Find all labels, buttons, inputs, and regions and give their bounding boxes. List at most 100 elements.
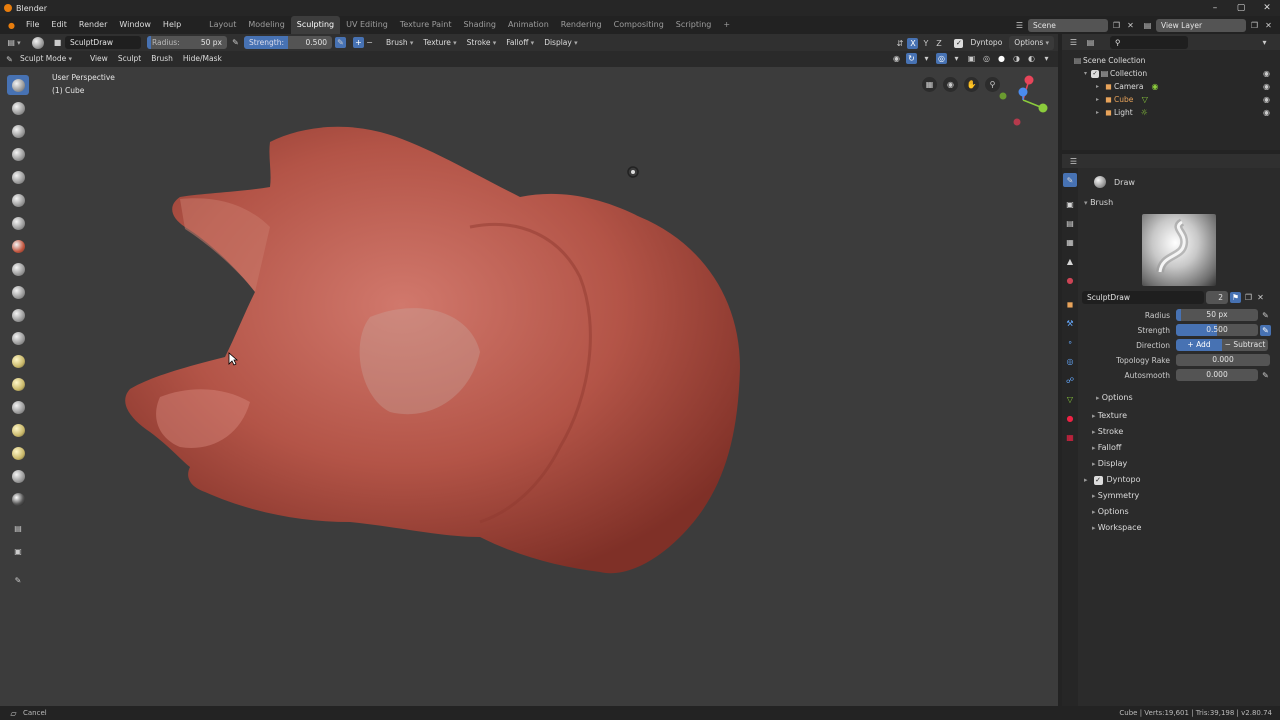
toggle-camera-icon[interactable]: ◉: [943, 77, 958, 92]
menu-help[interactable]: Help: [157, 16, 187, 34]
modifier-properties-icon[interactable]: ⚒: [1063, 316, 1077, 330]
scene-properties-icon[interactable]: ▲: [1063, 254, 1077, 268]
outliner-row-camera[interactable]: ▸ ◼ Camera ◉ ◉: [1072, 80, 1280, 93]
topology-rake-field[interactable]: 0.000: [1176, 354, 1270, 366]
world-properties-icon[interactable]: ●: [1063, 273, 1077, 287]
tool-flatten[interactable]: [7, 259, 29, 279]
tab-layout[interactable]: Layout: [203, 16, 242, 34]
tab-texture-paint[interactable]: Texture Paint: [394, 16, 458, 34]
direction-add-button[interactable]: +: [353, 37, 364, 48]
outliner-row-collection[interactable]: ▾ ✓ ▤ Collection ◉: [1072, 67, 1280, 80]
texture-properties-icon[interactable]: ▦: [1063, 430, 1077, 444]
delete-scene-icon[interactable]: ✕: [1125, 20, 1136, 31]
shading-material-icon[interactable]: ◑: [1011, 53, 1022, 64]
autosmooth-field[interactable]: 0.000: [1176, 369, 1258, 381]
collection-checkbox[interactable]: ✓: [1091, 69, 1099, 78]
tool-blob[interactable]: [7, 190, 29, 210]
tool-pinch[interactable]: [7, 328, 29, 348]
symmetry-y-toggle[interactable]: Y: [920, 38, 931, 49]
data-properties-icon[interactable]: ▽: [1063, 392, 1077, 406]
display-mode-icon[interactable]: ▤: [1085, 37, 1096, 48]
strength-pressure-icon[interactable]: ✎: [1260, 324, 1271, 336]
view-layer-properties-icon[interactable]: ▦: [1063, 235, 1077, 249]
expand-arrow-icon[interactable]: ▸: [1092, 81, 1103, 92]
tool-nudge[interactable]: [7, 420, 29, 440]
dyntopo-checkbox[interactable]: ✓: [954, 38, 964, 48]
gizmo-neg-y[interactable]: [999, 92, 1007, 100]
menu-edit[interactable]: Edit: [45, 16, 73, 34]
overlays-toggle-icon[interactable]: ◎: [936, 53, 947, 64]
menu-hide-mask[interactable]: Hide/Mask: [178, 52, 227, 66]
object-properties-icon[interactable]: ◼: [1063, 297, 1077, 311]
gizmo-toggle-icon[interactable]: ↻: [906, 53, 917, 64]
radius-pressure-icon[interactable]: ✎: [230, 37, 241, 48]
fake-user-icon[interactable]: ⚑: [1230, 291, 1241, 303]
xray-toggle-icon[interactable]: ▣: [966, 53, 977, 64]
scene-icon[interactable]: ☰: [1014, 20, 1025, 31]
symmetry-x-toggle[interactable]: X: [907, 37, 919, 49]
tool-annotate[interactable]: ✎: [7, 570, 29, 590]
tab-compositing[interactable]: Compositing: [608, 16, 670, 34]
gizmo-x-axis[interactable]: [1024, 75, 1034, 85]
strength-slider[interactable]: Strength: 0.500: [244, 36, 332, 49]
pan-hand-icon[interactable]: ✋: [964, 77, 979, 92]
brush-panel-header[interactable]: ▾ Brush: [1082, 196, 1278, 210]
outliner-row-scene-collection[interactable]: ▤ Scene Collection: [1072, 54, 1280, 67]
radius-prop-field[interactable]: 50 px: [1176, 309, 1258, 321]
tool-fill[interactable]: [7, 282, 29, 302]
visibility-icon[interactable]: ◉: [891, 53, 902, 64]
panel-symmetry[interactable]: Symmetry: [1082, 488, 1278, 504]
outliner-search-input[interactable]: ⚲: [1110, 35, 1188, 49]
menu-window[interactable]: Window: [113, 16, 157, 34]
outliner-row-light[interactable]: ▸ ◼ Light ☼ ◉: [1072, 106, 1280, 119]
tool-box-hide[interactable]: ▤: [7, 518, 29, 538]
gizmo-z-axis[interactable]: [1018, 87, 1028, 97]
outliner-editor-icon[interactable]: ☰: [1068, 37, 1079, 48]
tool-layer[interactable]: [7, 144, 29, 164]
tool-thumb[interactable]: [7, 397, 29, 417]
shading-rendered-icon[interactable]: ◐: [1026, 53, 1037, 64]
tab-animation[interactable]: Animation: [502, 16, 555, 34]
falloff-dropdown[interactable]: Falloff: [501, 36, 539, 50]
render-properties-icon[interactable]: ▣: [1063, 197, 1077, 211]
panel-dyntopo[interactable]: ▸ ✓ Dyntopo: [1082, 472, 1278, 488]
gizmo-y-axis[interactable]: [1038, 103, 1048, 113]
maximize-button[interactable]: ▢: [1228, 0, 1254, 16]
blender-menu-icon[interactable]: ●: [6, 20, 17, 31]
tool-snake-hook[interactable]: [7, 374, 29, 394]
close-button[interactable]: ✕: [1254, 0, 1280, 16]
tool-box-mask[interactable]: ▣: [7, 541, 29, 561]
tool-properties-icon[interactable]: ✎: [1063, 173, 1077, 187]
gizmo-neg-x[interactable]: [1013, 118, 1021, 126]
tool-grab[interactable]: [7, 351, 29, 371]
panel-texture[interactable]: Texture: [1082, 408, 1278, 424]
strength-prop-field[interactable]: 0.500: [1176, 324, 1258, 336]
panel-falloff[interactable]: Falloff: [1082, 440, 1278, 456]
shading-wireframe-icon[interactable]: ◎: [981, 53, 992, 64]
brush-preview-icon[interactable]: [32, 36, 44, 49]
camera-view-icon[interactable]: ▦: [922, 77, 937, 92]
tool-inflate[interactable]: [7, 167, 29, 187]
material-properties-icon[interactable]: ●: [1063, 411, 1077, 425]
panel-options[interactable]: Options: [1082, 504, 1278, 520]
editor-type-icon[interactable]: ▤: [4, 37, 24, 48]
tool-simplify[interactable]: [7, 466, 29, 486]
tab-sculpting[interactable]: Sculpting: [290, 16, 341, 34]
properties-editor-icon[interactable]: ☰: [1068, 156, 1079, 167]
add-workspace-button[interactable]: +: [717, 16, 736, 34]
brush-name-field[interactable]: SculptDraw: [65, 36, 141, 49]
menu-view[interactable]: View: [85, 52, 113, 66]
gizmo-dropdown-icon[interactable]: ▾: [921, 53, 932, 64]
constraints-properties-icon[interactable]: ☍: [1063, 373, 1077, 387]
navigation-gizmo[interactable]: [995, 72, 1051, 128]
3d-viewport[interactable]: User Perspective (1) Cube ▦ ◉ ✋ ⚲: [0, 67, 1058, 706]
brush-users-count[interactable]: 2: [1206, 290, 1228, 304]
radius-pressure-icon[interactable]: ✎: [1260, 310, 1271, 321]
view-layer-icon[interactable]: ▤: [1142, 20, 1153, 31]
direction-subtract-button[interactable]: −: [364, 37, 375, 48]
strength-pressure-icon[interactable]: ✎: [335, 37, 346, 48]
tab-scripting[interactable]: Scripting: [670, 16, 718, 34]
tool-clay[interactable]: [7, 98, 29, 118]
menu-file[interactable]: File: [20, 16, 45, 34]
options-dropdown[interactable]: Options: [1009, 36, 1054, 50]
